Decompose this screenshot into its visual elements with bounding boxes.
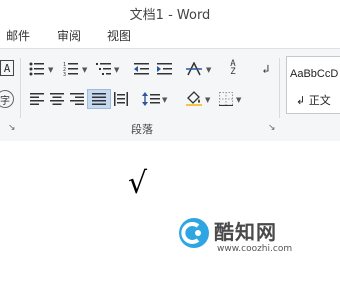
numbering-dropdown-icon[interactable]: ▼ — [82, 66, 87, 74]
watermark-title: 酷知网 — [214, 220, 277, 244]
bullets-icon[interactable] — [26, 60, 48, 78]
svg-text:3: 3 — [63, 72, 66, 76]
multilevel-list-dropdown-icon[interactable]: ▼ — [114, 66, 119, 74]
borders-dropdown-icon[interactable]: ▼ — [236, 96, 241, 104]
asian-layout-icon[interactable] — [183, 60, 205, 78]
borders-icon[interactable] — [215, 90, 237, 108]
group-separator — [279, 58, 280, 118]
paragraph-dialog-launcher-icon[interactable]: ↘ — [268, 124, 277, 133]
numbering-icon[interactable]: 123 — [60, 60, 82, 78]
distributed-icon[interactable] — [110, 90, 132, 108]
tab-review[interactable]: 审阅 — [57, 27, 81, 44]
tab-mailings[interactable]: 邮件 — [6, 27, 30, 44]
line-spacing-dropdown-icon[interactable]: ▼ — [162, 96, 167, 104]
document-canvas[interactable] — [0, 141, 340, 291]
watermark-url: www.coozhi.com — [217, 244, 293, 254]
align-right-icon[interactable] — [66, 90, 88, 108]
decrease-indent-icon[interactable] — [131, 60, 153, 78]
asian-layout-dropdown-icon[interactable]: ▼ — [206, 66, 211, 74]
align-left-icon[interactable] — [26, 90, 48, 108]
document-text: √ — [128, 166, 148, 201]
tab-view[interactable]: 视图 — [107, 27, 131, 44]
bullets-dropdown-icon[interactable]: ▼ — [48, 66, 53, 74]
window-title: 文档1 - Word — [129, 8, 211, 23]
title-bar: 文档1 - Word — [0, 0, 340, 24]
paragraph-group-label: 段落 — [131, 123, 153, 136]
group-separator — [20, 58, 21, 118]
increase-indent-icon[interactable] — [154, 60, 176, 78]
style-normal-label: ↲ 正文 — [296, 94, 331, 107]
line-spacing-icon[interactable] — [140, 90, 162, 108]
ribbon-tabs: 邮件 审阅 视图 — [0, 24, 340, 46]
align-center-icon[interactable] — [46, 90, 68, 108]
multilevel-list-icon[interactable] — [93, 60, 115, 78]
show-paragraph-marks-icon[interactable]: ↲ — [255, 60, 277, 78]
style-normal-sample[interactable]: AaBbCcD — [290, 68, 338, 80]
character-border-icon[interactable]: A — [0, 60, 14, 76]
shading-dropdown-icon[interactable]: ▼ — [205, 96, 210, 104]
sort-icon[interactable]: AZ — [222, 59, 244, 77]
font-dialog-launcher-icon[interactable]: ↘ — [8, 124, 17, 133]
shading-icon[interactable] — [183, 89, 205, 107]
justify-icon[interactable] — [87, 89, 111, 109]
watermark-logo-icon — [179, 218, 209, 248]
